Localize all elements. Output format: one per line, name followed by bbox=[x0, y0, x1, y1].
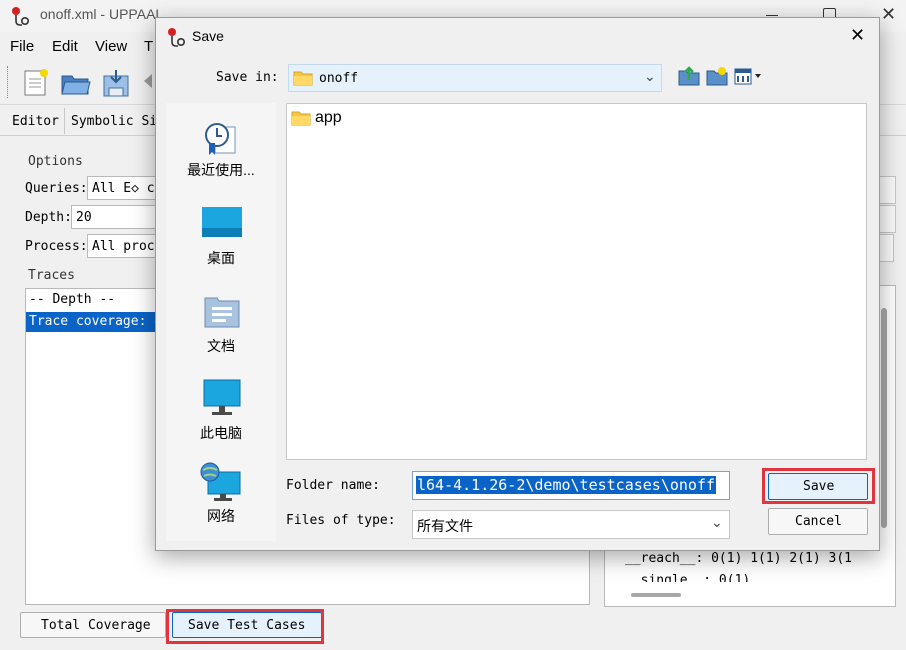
total-coverage-button[interactable]: Total Coverage bbox=[20, 612, 166, 638]
folder-name-value: l64-4.1.26-2\demo\testcases\onoff bbox=[416, 476, 717, 494]
options-label: Options bbox=[28, 154, 83, 169]
save-in-label: Save in: bbox=[216, 70, 279, 85]
view-menu-icon[interactable] bbox=[734, 66, 764, 86]
menu-tools[interactable]: T bbox=[144, 38, 153, 55]
cancel-button-label: Cancel bbox=[795, 514, 842, 529]
minimize-icon[interactable] bbox=[766, 15, 778, 16]
app-title: onoff.xml - UPPAAL bbox=[40, 6, 164, 22]
process-select[interactable]: All proce bbox=[87, 234, 162, 258]
menu-edit[interactable]: Edit bbox=[52, 38, 78, 55]
dialog-app-icon bbox=[168, 28, 186, 47]
files-of-type-value: 所有文件 bbox=[417, 518, 473, 534]
up-folder-icon[interactable] bbox=[678, 66, 700, 86]
trace-depth-header[interactable]: -- Depth -- bbox=[29, 292, 115, 307]
tab-editor[interactable]: Editor bbox=[4, 108, 65, 134]
menu-file[interactable]: File bbox=[10, 38, 34, 55]
output-scrollbar[interactable] bbox=[881, 308, 887, 528]
desktop-icon bbox=[202, 207, 242, 237]
place-documents-label: 文档 bbox=[207, 338, 235, 354]
cancel-button[interactable]: Cancel bbox=[768, 508, 868, 535]
new-document-icon[interactable] bbox=[22, 68, 50, 98]
place-network-label: 网络 bbox=[207, 508, 235, 524]
save-dialog: Save ✕ Save in: onoff ⌄ 最近使用... 桌面 文档 此电… bbox=[155, 17, 880, 551]
output-line-single: __single__: 0(1) bbox=[625, 573, 751, 582]
places-sidebar: 最近使用... 桌面 文档 此电脑 网络 bbox=[166, 103, 276, 541]
network-icon bbox=[200, 462, 241, 501]
menu-view[interactable]: View bbox=[95, 38, 127, 55]
toolbar-grip bbox=[7, 66, 10, 98]
folder-icon bbox=[291, 111, 311, 126]
computer-icon bbox=[203, 379, 241, 415]
folder-name-input[interactable]: l64-4.1.26-2\demo\testcases\onoff bbox=[412, 471, 730, 500]
save-test-cases-highlight bbox=[166, 609, 324, 644]
file-item-app[interactable]: app bbox=[289, 108, 359, 130]
tab-symbolic-label: Symbolic Si bbox=[71, 114, 158, 129]
output-hscrollbar[interactable] bbox=[631, 593, 681, 597]
save-button-highlight bbox=[762, 468, 875, 504]
new-folder-icon[interactable] bbox=[706, 66, 728, 86]
place-desktop-label: 桌面 bbox=[207, 250, 235, 266]
file-list[interactable]: app bbox=[286, 103, 867, 460]
place-this-pc-label: 此电脑 bbox=[200, 425, 242, 441]
file-item-app-label: app bbox=[315, 109, 342, 126]
output-line-reach: __reach__: 0(1) 1(1) 2(1) 3(1 bbox=[625, 551, 852, 566]
place-network[interactable]: 网络 bbox=[166, 458, 276, 538]
undo-icon[interactable] bbox=[144, 74, 152, 88]
place-recent[interactable]: 最近使用... bbox=[166, 103, 276, 193]
dialog-title: Save bbox=[192, 28, 224, 44]
uppaal-app-icon bbox=[12, 7, 30, 26]
chevron-down-icon: ⌄ bbox=[644, 68, 656, 84]
folder-name-label: Folder name: bbox=[286, 478, 380, 493]
place-documents[interactable]: 文档 bbox=[166, 288, 276, 368]
queries-select[interactable]: All E◇ c bbox=[87, 176, 162, 200]
place-recent-label: 最近使用... bbox=[187, 162, 255, 178]
trace-coverage-text: Trace coverage: 4 bbox=[29, 314, 163, 329]
folder-icon bbox=[293, 71, 313, 86]
queries-label: Queries: bbox=[25, 181, 88, 196]
files-of-type-label: Files of type: bbox=[286, 513, 396, 528]
save-in-value: onoff bbox=[319, 71, 359, 86]
recent-items-icon bbox=[205, 123, 236, 155]
documents-icon bbox=[204, 297, 240, 328]
traces-label: Traces bbox=[28, 268, 75, 283]
place-desktop[interactable]: 桌面 bbox=[166, 198, 276, 278]
depth-input[interactable]: 20 bbox=[71, 205, 161, 229]
save-in-combo[interactable]: onoff ⌄ bbox=[288, 64, 662, 92]
chevron-down-icon: ⌄ bbox=[711, 514, 723, 530]
dialog-close-icon[interactable]: ✕ bbox=[850, 25, 865, 46]
process-label: Process: bbox=[25, 239, 88, 254]
trace-coverage-item[interactable]: Trace coverage: 4 bbox=[26, 312, 166, 332]
depth-label: Depth: bbox=[25, 210, 72, 225]
open-folder-icon[interactable] bbox=[60, 68, 92, 98]
save-disk-icon[interactable] bbox=[100, 68, 132, 98]
tab-editor-label: Editor bbox=[12, 114, 59, 129]
total-coverage-label: Total Coverage bbox=[41, 618, 151, 633]
place-this-pc[interactable]: 此电脑 bbox=[166, 373, 276, 453]
files-of-type-select[interactable]: 所有文件 ⌄ bbox=[412, 510, 730, 539]
window-close-icon[interactable]: ✕ bbox=[881, 4, 896, 25]
